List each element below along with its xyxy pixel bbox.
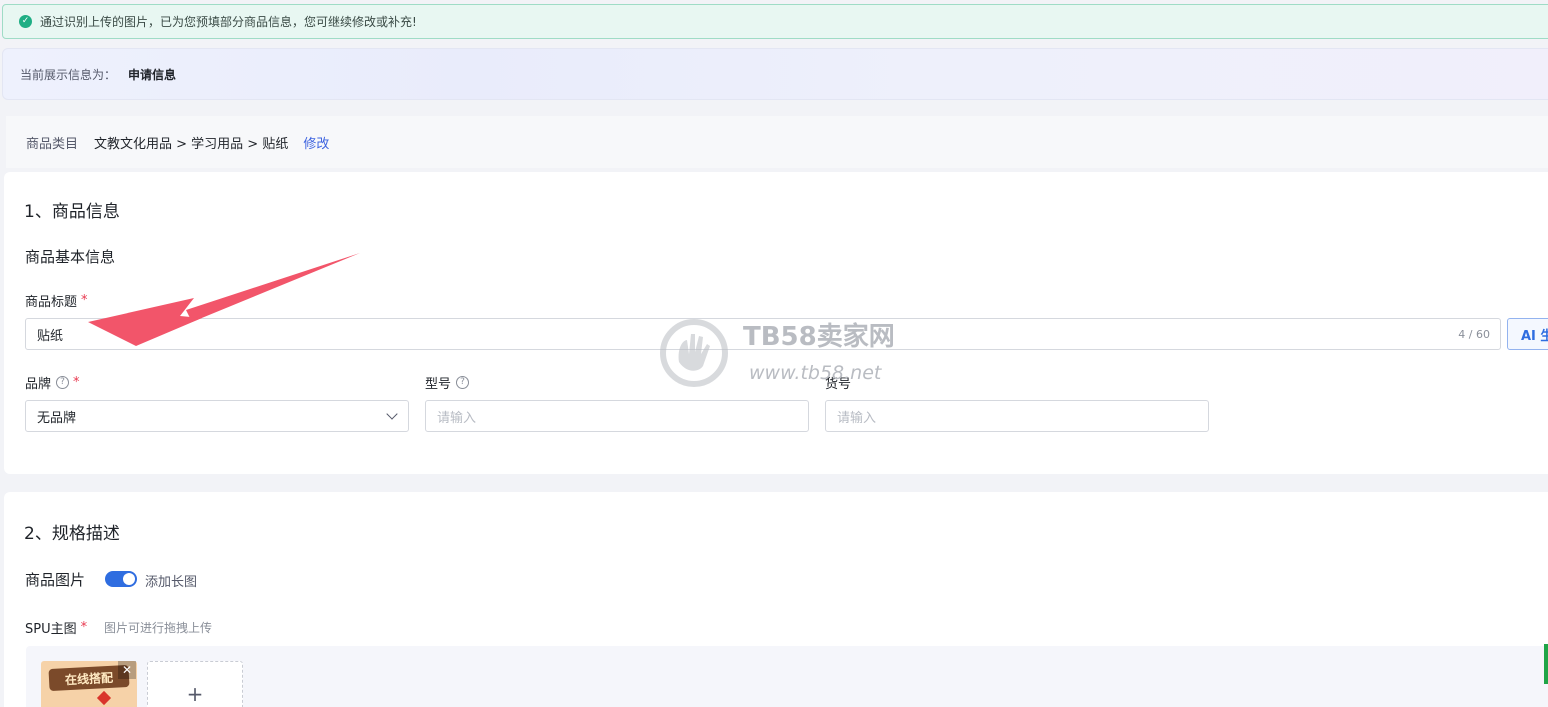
brand-select[interactable]: 无品牌: [25, 400, 409, 432]
display-mode-value: 申请信息: [128, 67, 177, 82]
watermark-brand: TB58卖家网: [743, 322, 895, 352]
section-title-product-info: 1、商品信息: [24, 202, 120, 222]
display-mode-bar: 当前展示信息为： 申请信息: [2, 48, 1548, 100]
close-icon[interactable]: ✕: [118, 661, 136, 679]
edit-category-link[interactable]: 修改: [303, 133, 329, 152]
item-no-input[interactable]: 请输入: [825, 400, 1209, 432]
section-title-spec: 2、规格描述: [24, 524, 120, 544]
plus-icon: +: [186, 682, 204, 706]
watermark-url: www.tb58.net: [749, 362, 882, 384]
ai-generate-button[interactable]: AI 生成: [1507, 318, 1548, 350]
model-field-label: 型号 ?: [425, 373, 470, 392]
toggle-knob: [123, 573, 135, 585]
help-icon[interactable]: ?: [456, 376, 470, 389]
model-placeholder: 请输入: [437, 410, 477, 426]
category-path: 文教文化用品 > 学习用品 > 贴纸: [94, 136, 289, 152]
category-row: 商品类目 文教文化用品 > 学习用品 > 贴纸 修改: [6, 116, 1548, 168]
title-char-counter: 4 / 60: [1458, 327, 1490, 341]
heart-icon: [96, 690, 112, 706]
model-input[interactable]: 请输入: [425, 400, 809, 432]
brand-label-text: 品牌: [25, 377, 52, 392]
category-label: 商品类目: [26, 136, 79, 152]
display-mode-label: 当前展示信息为：: [20, 67, 117, 82]
side-float-tab[interactable]: [1544, 644, 1548, 684]
add-image-button[interactable]: +: [147, 661, 243, 707]
long-image-toggle[interactable]: [105, 571, 137, 587]
required-mark: *: [73, 375, 80, 390]
help-icon[interactable]: ?: [56, 376, 70, 389]
required-mark: *: [80, 620, 88, 635]
title-label-text: 商品标题: [25, 295, 78, 310]
spu-label-text: SPU主图: [25, 622, 77, 637]
brand-select-value: 无品牌: [37, 410, 77, 426]
image-upload-area: [26, 646, 1548, 707]
spu-main-image-label: SPU主图 *: [25, 618, 87, 637]
product-images-label: 商品图片: [25, 571, 86, 589]
title-field-label: 商品标题 *: [25, 291, 88, 310]
check-circle-icon: ✓: [19, 15, 32, 28]
required-mark: *: [81, 293, 88, 308]
brand-field-label: 品牌 ? *: [25, 373, 80, 392]
chevron-down-icon: [386, 408, 398, 420]
basic-info-subtitle: 商品基本信息: [25, 248, 116, 266]
long-image-toggle-label: 添加长图: [145, 575, 198, 590]
success-notice: ✓ 通过识别上传的图片，已为您预填部分商品信息，您可继续修改或补充!: [2, 4, 1548, 39]
notice-text: 通过识别上传的图片，已为您预填部分商品信息，您可继续修改或补充!: [40, 15, 417, 29]
item-no-placeholder: 请输入: [837, 410, 877, 426]
product-title-value: 贴纸: [37, 328, 64, 344]
model-label-text: 型号: [425, 377, 452, 392]
drag-upload-hint: 图片可进行拖拽上传: [104, 621, 213, 635]
